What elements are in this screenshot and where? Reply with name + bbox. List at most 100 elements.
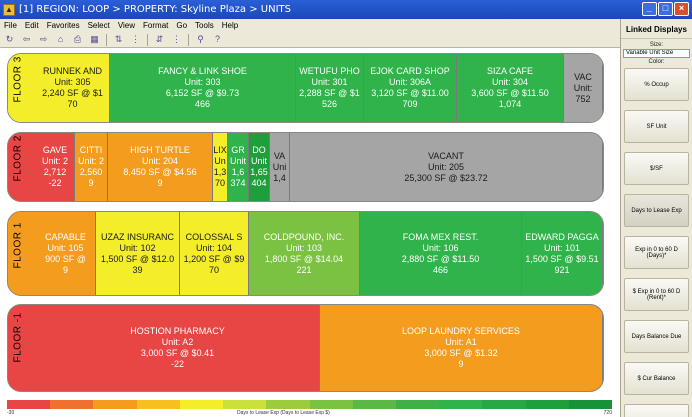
unit-cell[interactable]: VAC Unit: 752 [564,54,603,122]
unit-cell[interactable]: RUNNEK AND Unit: 305 2,240 SF @ $1 70 [36,54,110,122]
legend-swatch [223,400,267,409]
color-label: Color: [648,59,665,65]
unit-cell[interactable]: WETUFU PHO Unit: 301 2,288 SF @ $1 526 [296,54,364,122]
metric-button[interactable]: $ Cur Balance [624,362,689,395]
unit-tenant: WETUFU PHO [299,66,360,76]
unit-cell[interactable]: FOMA MEX REST. Unit: 106 2,880 SF @ $11.50… [360,212,522,295]
metric-button[interactable]: $ Exp in 0 to 60 D (Rent)* [624,278,689,311]
minimize-button[interactable]: _ [642,2,657,16]
sort-options-icon[interactable]: ⋮ [130,34,141,45]
toolbar-separator [147,33,148,46]
unit-area: 6,152 SF @ $9.73 [165,88,240,98]
unit-cell[interactable]: VA Uni 1,4 [270,133,290,201]
unit-cell[interactable]: FANCY & LINK SHOE Unit: 303 6,152 SF @ $9.… [110,54,296,122]
unit-cell[interactable]: VACANT Unit: 205 25,300 SF @ $23.72 [290,133,603,201]
unit-area: 1,200 SF @ $9 [183,253,245,264]
home-icon[interactable]: ⌂ [55,34,66,45]
menu-file[interactable]: File [0,21,21,30]
unit-area: 3,000 SF @ $1.32 [424,348,498,358]
unit-cell[interactable]: GAVE Unit: 2 2,712 -22 [36,133,75,201]
unit-cell[interactable]: LIX Un 1,3 70 [213,133,228,201]
unit-days: 466 [194,99,211,109]
unit-tenant: LIX [213,145,227,155]
metric-button[interactable]: Sec Deposit / Bal Due [624,404,689,417]
legend-swatch [568,400,613,409]
unit-cell[interactable]: GR Unit 1,6 374 [228,133,249,201]
back-icon[interactable]: ⇦ [21,34,32,45]
unit-cell[interactable]: UZAZ INSURANC Unit: 102 1,500 SF @ $12.0 39 [96,212,180,295]
menu-favorites[interactable]: Favorites [43,21,84,30]
unit-tenant: EDWARD PAGGA [525,231,599,242]
unit-cell[interactable]: DO Unit 1,65 404 [249,133,270,201]
find-icon[interactable]: ⚲ [195,34,206,45]
unit-number: Unit: A2 [161,337,194,347]
legend-swatch [439,400,483,409]
unit-area: 900 SF @ [45,253,86,264]
unit-number: Unit: 301 [311,77,348,87]
unit-tenant: RUNNEK AND [42,66,102,76]
menu-select[interactable]: Select [84,21,114,30]
unit-tenant: GAVE [42,145,68,155]
unit-cell[interactable]: SIZA CAFE Unit: 304 3,600 SF @ $11.50 1,074 [457,54,564,122]
unit-number: Unit: 305 [54,77,91,87]
unit-cell[interactable]: EDWARD PAGGA Unit: 101 1,500 SF @ $9.51 921 [522,212,603,295]
unit-number: Unit: [573,82,593,93]
menu-tools[interactable]: Tools [191,21,218,30]
unit-cell[interactable]: CAPABLE Unit: 105 900 SF @9 [36,212,96,295]
legend-swatch [179,400,224,409]
metric-button[interactable]: Days Balance Due [624,320,689,353]
unit-area: 1,6 [231,167,245,177]
help-icon[interactable]: ? [212,34,223,45]
unit-number: Unit: A1 [445,337,477,347]
maximize-button[interactable]: □ [658,2,673,16]
unit-area: 1,500 SF @ $9.51 [525,253,599,264]
unit-days: 70 [67,99,78,109]
menu-view[interactable]: View [114,21,139,30]
unit-cell[interactable]: COLOSSAL S Unit: 104 1,200 SF @ $9 70 [180,212,249,295]
metric-button[interactable]: SF Unit [624,110,689,143]
menu-edit[interactable]: Edit [21,21,43,30]
close-button[interactable]: × [674,2,689,16]
unit-area: 1,65 [250,167,268,177]
sort-desc-icon[interactable]: ⇵ [154,34,165,45]
menu-help[interactable]: Help [218,21,242,30]
linked-displays-panel: Linked Displays Size: Variable Unit Size… [620,19,692,417]
unit-cell[interactable]: HOSTION PHARMACY Unit: A2 3,000 SF @ $0.41… [36,305,320,391]
print-icon[interactable]: ⎙ [72,34,83,45]
menu-go[interactable]: Go [172,21,191,30]
sort-options2-icon[interactable]: ⋮ [171,34,182,45]
unit-number: Unit: 205 [427,161,465,172]
floor-label-text: FLOOR 3 [12,56,24,103]
metric-button[interactable]: Days to Lease Exp [624,194,689,227]
unit-cell[interactable]: CITTI Unit: 2 2,560 9 [75,133,108,201]
color-legend: -30 Days to Lease Exp (Days to Lease Exp… [7,400,613,417]
window-title: [1] REGION: LOOP > PROPERTY: Skyline Pla… [19,4,291,15]
floor-label-text: FLOOR -1 [12,312,24,363]
refresh-icon[interactable]: ↻ [4,34,15,45]
unit-tenant: FANCY & LINK SHOE [158,66,247,76]
menu-format[interactable]: Format [139,21,172,30]
size-select[interactable]: Variable Unit Size [623,49,690,58]
metric-button[interactable]: % Occup [624,68,689,101]
grid-icon[interactable]: ▦ [89,34,100,45]
floor-row: FLOOR 2 GAVE Unit: 2 2,712 -22 CITTI Unit: 2 2,… [7,132,604,202]
unit-number: Unit: 104 [195,242,233,253]
unit-cell[interactable]: COLDPOUND, INC. Unit: 103 1,800 SF @ $14.0… [249,212,360,295]
legend-swatch [266,400,310,409]
legend-color-bar [7,400,613,409]
forward-icon[interactable]: ⇨ [38,34,49,45]
floor-row: FLOOR 1 CAPABLE Unit: 105 900 SF @9 UZAZ INS… [7,211,604,296]
unit-number: Unit: 2 [77,156,104,166]
unit-cell[interactable]: HIGH TURTLE Unit: 204 8,450 SF @ $4.56 9 [108,133,213,201]
unit-cell[interactable]: EJOK CARD SHOP Unit: 306A 3,120 SF @ $11.0… [364,54,457,122]
toolbar: ↻ ⇦ ⇨ ⌂ ⎙ ▦ ⇅ ⋮ ⇵ ⋮ ⚲ ? [0,32,620,48]
unit-tenant: VA [273,150,286,161]
unit-number: Unit: 102 [119,242,156,253]
unit-cell[interactable]: LOOP LAUNDRY SERVICES Unit: A1 3,000 SF @ … [320,305,603,391]
sort-asc-icon[interactable]: ⇅ [113,34,124,45]
legend-swatch [50,400,94,409]
legend-swatch [482,400,526,409]
unit-days: 39 [132,264,143,275]
metric-button[interactable]: Exp in 0 to 60 D (Days)* [624,236,689,269]
metric-button[interactable]: $/SF [624,152,689,185]
